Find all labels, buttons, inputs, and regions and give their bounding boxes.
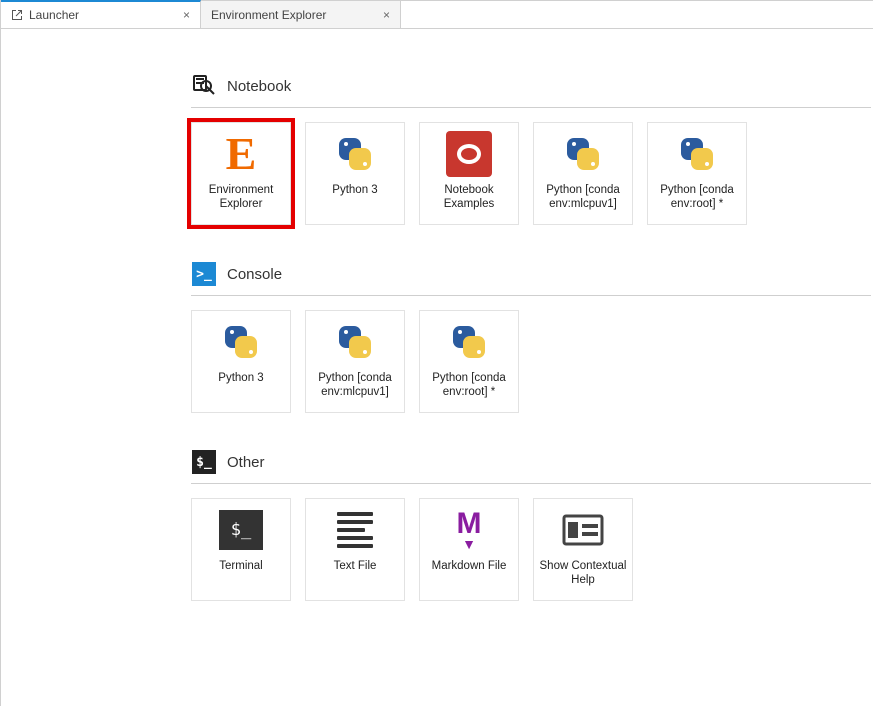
card-label: Environment Explorer [196,183,286,212]
card-label: Python 3 [218,371,263,385]
python-icon [332,131,378,177]
card-label: Python 3 [332,183,377,197]
card-label: Show Contextual Help [538,559,628,588]
python-icon [218,319,264,365]
notebook-grid: E Environment Explorer Python 3 Notebook… [191,108,871,225]
card-python-conda-mlcpuv1-console[interactable]: Python [conda env:mlcpuv1] [305,310,405,413]
card-environment-explorer[interactable]: E Environment Explorer [191,122,291,225]
card-label: Python [conda env:root] * [424,371,514,400]
section-title: Notebook [227,78,291,95]
card-label: Text File [334,559,377,573]
tab-label: Environment Explorer [211,8,377,22]
tab-environment-explorer[interactable]: Environment Explorer × [201,1,401,28]
section-header-other: $_ Other [191,443,871,484]
card-label: Python [conda env:root] * [652,183,742,212]
card-python3-notebook[interactable]: Python 3 [305,122,405,225]
contextual-help-icon [560,507,606,553]
close-icon[interactable]: × [183,9,190,21]
section-header-notebook: Notebook [191,67,871,108]
close-icon[interactable]: × [383,9,390,21]
red-ring-icon [446,131,492,177]
card-notebook-examples[interactable]: Notebook Examples [419,122,519,225]
card-label: Python [conda env:mlcpuv1] [310,371,400,400]
card-markdown-file[interactable]: M▼ Markdown File [419,498,519,601]
tab-bar: Launcher × Environment Explorer × [1,1,873,29]
card-label: Python [conda env:mlcpuv1] [538,183,628,212]
card-python-conda-root-console[interactable]: Python [conda env:root] * [419,310,519,413]
card-label: Terminal [219,559,262,573]
section-title: Console [227,266,282,283]
launcher-content: Notebook E Environment Explorer Python 3… [1,29,873,611]
card-python-conda-root-notebook[interactable]: Python [conda env:root] * [647,122,747,225]
console-grid: Python 3 Python [conda env:mlcpuv1] Pyth… [191,296,871,413]
textfile-icon [332,507,378,553]
card-python3-console[interactable]: Python 3 [191,310,291,413]
terminal-tile-icon: $_ [218,507,264,553]
tab-label: Launcher [29,8,177,22]
notebook-icon [191,73,217,99]
card-terminal[interactable]: $_ Terminal [191,498,291,601]
python-icon [446,319,492,365]
card-text-file[interactable]: Text File [305,498,405,601]
terminal-icon: $_ [191,449,217,475]
other-grid: $_ Terminal Text File M▼ Markdown File [191,484,871,601]
python-icon [674,131,720,177]
external-link-icon [11,9,23,21]
section-title: Other [227,454,265,471]
card-label: Markdown File [432,559,507,573]
python-icon [332,319,378,365]
console-icon: >_ [191,261,217,287]
section-header-console: >_ Console [191,255,871,296]
card-label: Notebook Examples [424,183,514,212]
card-contextual-help[interactable]: Show Contextual Help [533,498,633,601]
card-python-conda-mlcpuv1-notebook[interactable]: Python [conda env:mlcpuv1] [533,122,633,225]
markdown-icon: M▼ [446,507,492,553]
tab-launcher[interactable]: Launcher × [1,0,201,28]
python-icon [560,131,606,177]
orange-e-icon: E [218,131,264,177]
